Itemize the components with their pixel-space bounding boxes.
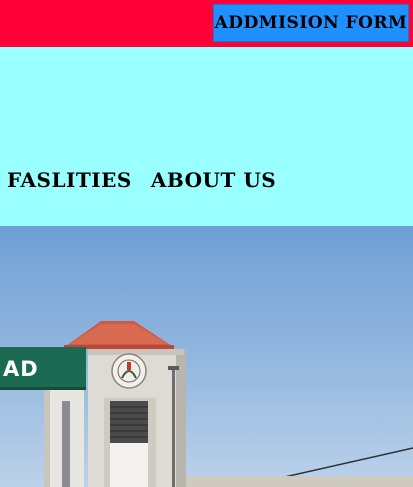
campus-gate-illustration xyxy=(0,226,413,487)
nav-link-about-us[interactable]: ABOUT US xyxy=(151,168,276,192)
main-nav: FASLITIES ABOUT US xyxy=(7,168,276,192)
lamp-post xyxy=(172,369,175,487)
nav-link-faslities[interactable]: FASLITIES xyxy=(7,168,132,192)
nav-band: FASLITIES ABOUT US xyxy=(0,47,413,226)
hero-image: AD xyxy=(0,226,413,487)
sign-text: AD xyxy=(3,357,39,381)
admission-form-button[interactable]: ADDMISION FORM xyxy=(213,4,409,42)
top-bar: ADDMISION FORM xyxy=(0,0,413,47)
